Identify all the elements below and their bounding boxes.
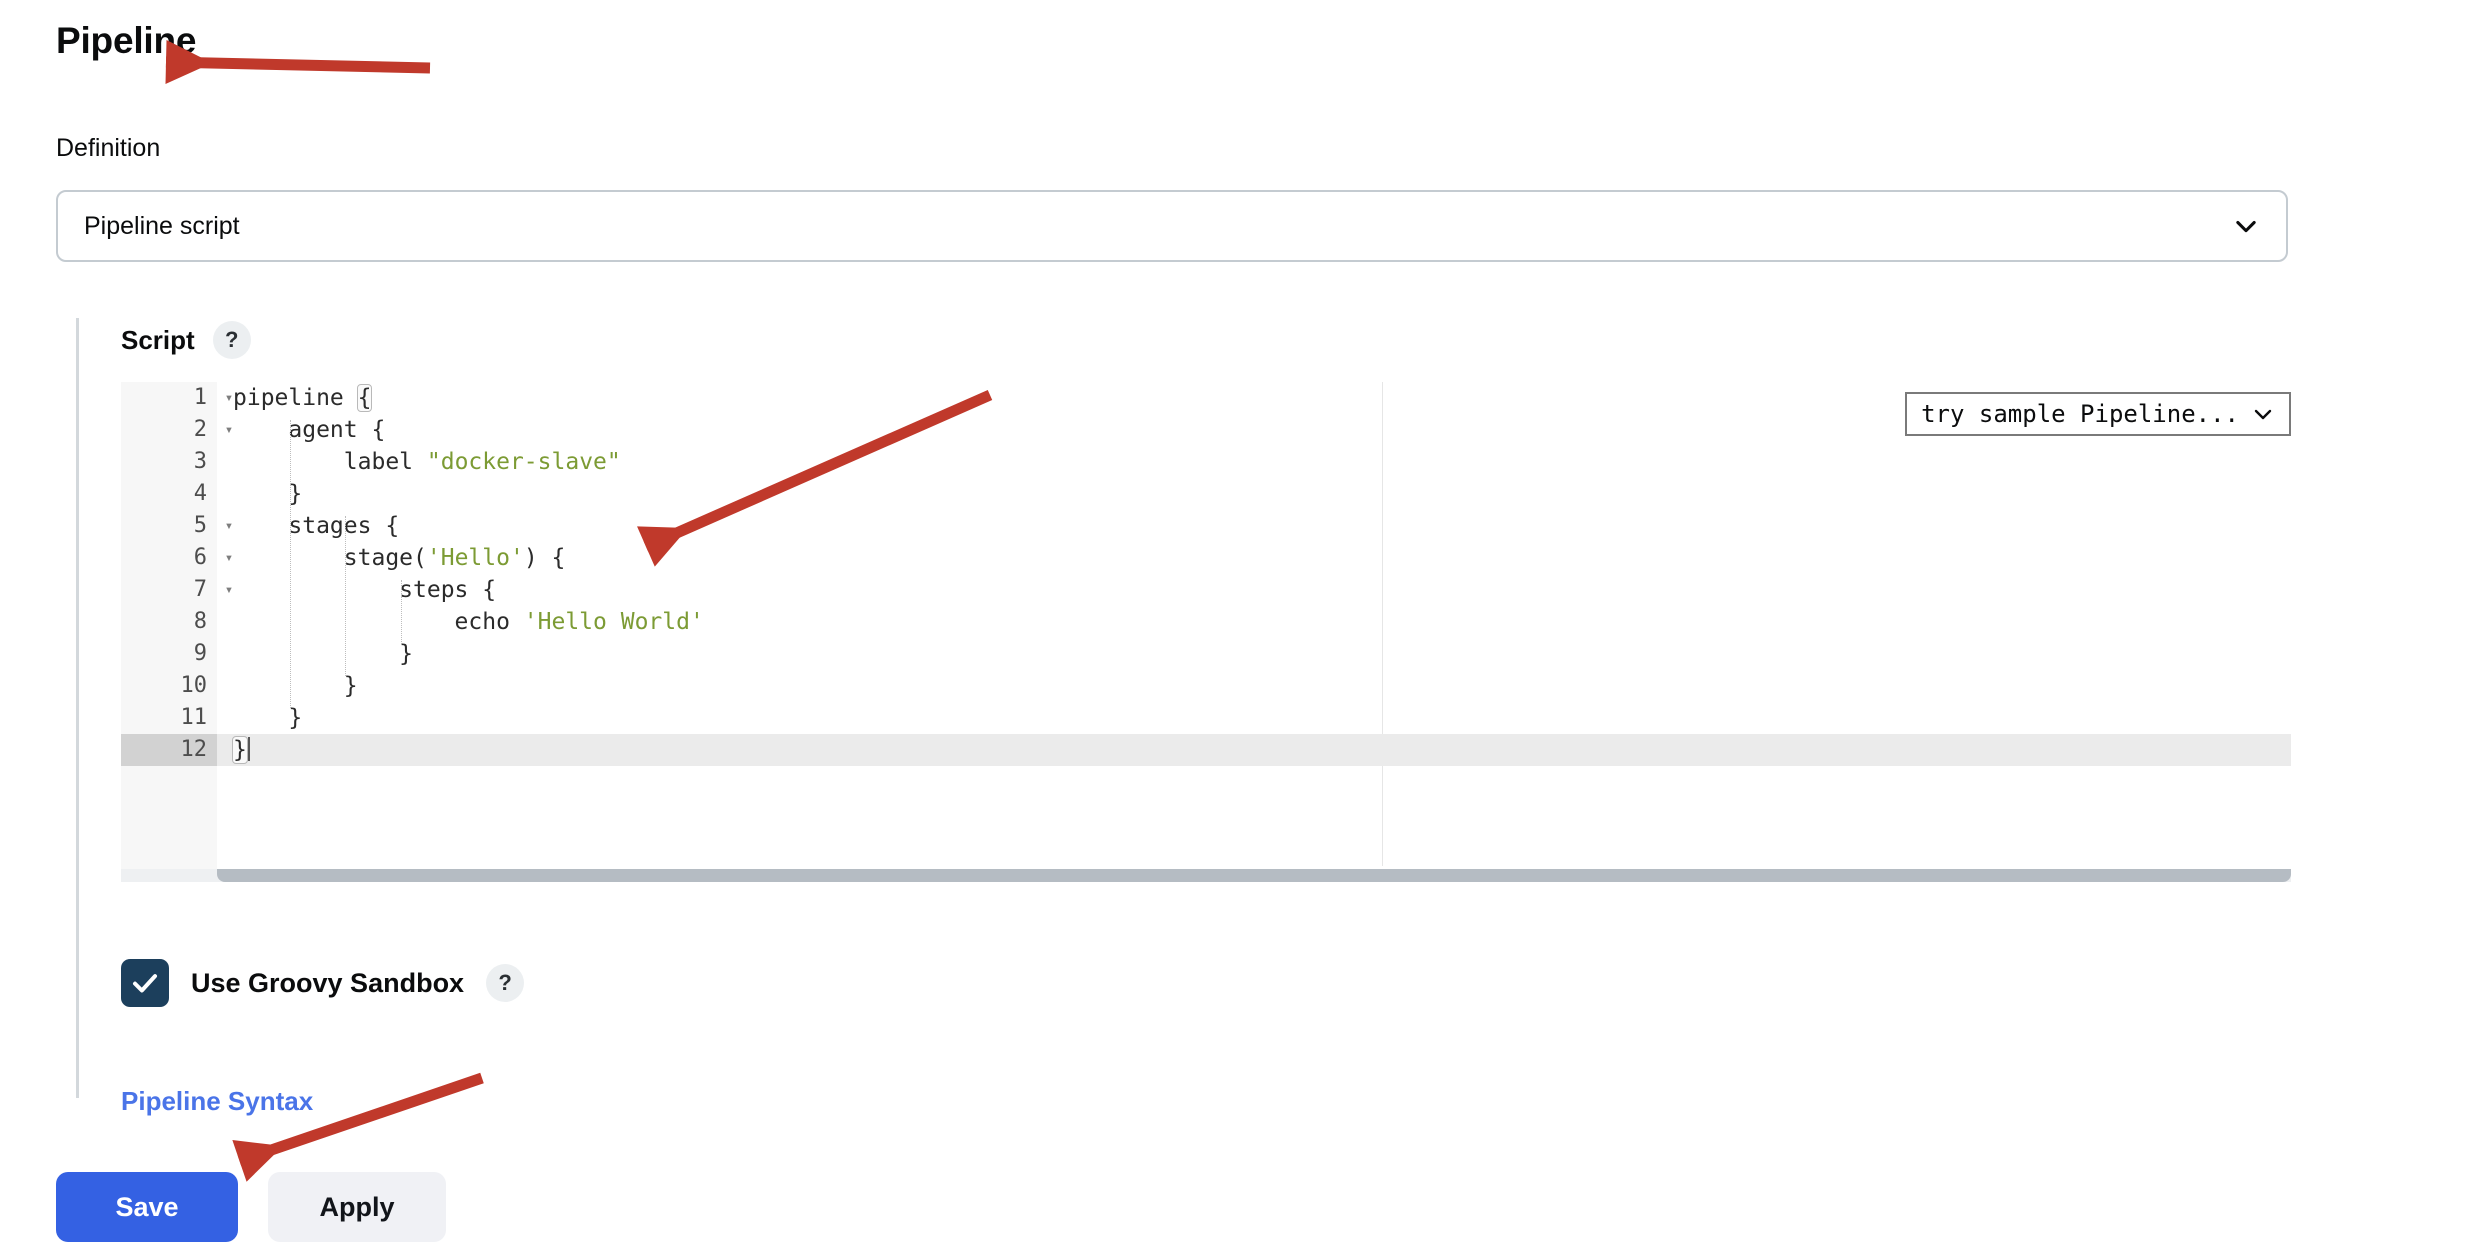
- script-code-editor[interactable]: 1 ▾ pipeline {2 ▾ agent {3 label "docker-sl…: [121, 382, 2291, 882]
- code-line[interactable]: 4 }: [121, 478, 2291, 510]
- code-line-text: label "docker-slave": [233, 449, 621, 475]
- code-line-text: }: [217, 734, 2291, 766]
- code-line-number: 1 ▾: [121, 382, 233, 414]
- code-line[interactable]: 12}: [121, 734, 2291, 766]
- code-line-number: 10: [121, 670, 217, 702]
- code-line[interactable]: 7 ▾ steps {: [121, 574, 2291, 606]
- indent-guide: [290, 420, 292, 484]
- page-title: Pipeline: [56, 20, 197, 61]
- code-line-number: 7 ▾: [121, 574, 233, 606]
- arrow-to-title: [165, 39, 431, 84]
- code-line-text: }: [233, 481, 303, 507]
- code-line-number: 11: [121, 702, 217, 734]
- code-line-text: stage('Hello') {: [233, 545, 566, 571]
- save-button[interactable]: Save: [56, 1172, 238, 1242]
- checkmark-icon: [133, 974, 157, 993]
- code-line-number: 4: [121, 478, 217, 510]
- editor-hscrollbar[interactable]: [217, 869, 2291, 882]
- code-line-text: }: [233, 705, 303, 731]
- use-groovy-sandbox-row: Use Groovy Sandbox ?: [121, 958, 2288, 1008]
- code-line[interactable]: 9 }: [121, 638, 2291, 670]
- help-icon[interactable]: ?: [212, 321, 251, 359]
- code-line-text: steps {: [233, 577, 497, 603]
- form-actions: Save Apply: [56, 1172, 446, 1242]
- indent-guide: [345, 516, 347, 676]
- code-line-number: 9: [121, 638, 217, 670]
- code-line-number: 5 ▾: [121, 510, 233, 542]
- matching-brace: }: [232, 736, 248, 764]
- indent-guide: [400, 580, 402, 644]
- help-icon[interactable]: ?: [486, 964, 525, 1002]
- script-label: Script: [121, 324, 195, 355]
- chevron-down-icon: [2232, 212, 2260, 240]
- code-line-text: stages {: [233, 513, 400, 539]
- code-line-number: 2 ▾: [121, 414, 233, 446]
- code-line[interactable]: 5 ▾ stages {: [121, 510, 2291, 542]
- code-line[interactable]: 3 label "docker-slave": [121, 446, 2291, 478]
- pipeline-config-page: Pipeline Definition Pipeline script Scri…: [0, 0, 2492, 1260]
- use-groovy-sandbox-checkbox[interactable]: [121, 959, 169, 1007]
- definition-selected-value: Pipeline script: [84, 211, 240, 240]
- try-sample-pipeline-select[interactable]: try sample Pipeline...: [1905, 392, 2291, 436]
- pipeline-syntax-link[interactable]: Pipeline Syntax: [121, 1086, 313, 1117]
- matching-brace: {: [356, 384, 373, 412]
- code-line-text: }: [233, 641, 414, 667]
- code-line-text: }: [233, 673, 358, 699]
- script-section: Script ? 1 ▾ pipeline {2 ▾ agent {3 label "…: [76, 318, 2291, 1116]
- script-header: Script ?: [121, 318, 2288, 362]
- code-line-number: 3: [121, 446, 217, 478]
- try-sample-pipeline-value: try sample Pipeline...: [1921, 400, 2239, 428]
- code-line[interactable]: 8 echo 'Hello World': [121, 606, 2291, 638]
- code-line[interactable]: 6 ▾ stage('Hello') {: [121, 542, 2291, 574]
- text-cursor: [247, 737, 250, 761]
- definition-select[interactable]: Pipeline script: [56, 190, 2288, 262]
- code-line-number: 8: [121, 606, 217, 638]
- code-line[interactable]: 11 }: [121, 702, 2291, 734]
- code-string-literal: 'Hello World': [523, 609, 704, 635]
- chevron-down-icon: [2251, 402, 2275, 426]
- apply-button[interactable]: Apply: [268, 1172, 446, 1242]
- indent-guide: [290, 484, 292, 708]
- code-line[interactable]: 10 }: [121, 670, 2291, 702]
- code-line-number: 6 ▾: [121, 542, 233, 574]
- code-string-literal: "docker-slave": [426, 449, 621, 475]
- code-string-literal: 'Hello': [426, 545, 524, 571]
- code-line-text: echo 'Hello World': [233, 609, 704, 635]
- definition-label: Definition: [56, 134, 161, 162]
- code-line-number: 12: [121, 734, 217, 766]
- use-groovy-sandbox-label: Use Groovy Sandbox: [191, 967, 465, 998]
